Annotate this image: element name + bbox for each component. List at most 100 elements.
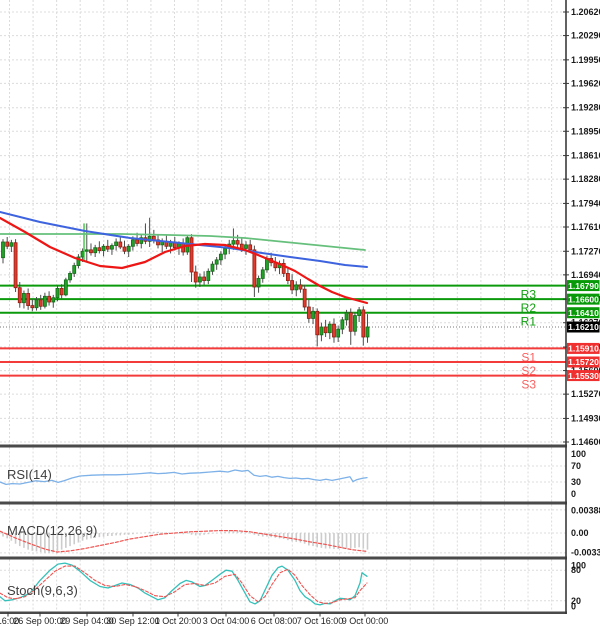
price-tick-label: 1.18610	[571, 151, 600, 161]
macd-histogram-bar	[300, 533, 302, 543]
macd-tick-label: -0.003335	[571, 548, 600, 558]
price-tick-label: 1.17270	[571, 246, 600, 256]
macd-histogram-bar	[220, 532, 222, 533]
price-tick-label: 1.14600	[571, 437, 600, 447]
price-tick-label: 1.19950	[571, 55, 600, 65]
macd-histogram-bar	[228, 531, 230, 533]
macd-histogram-bar	[321, 533, 323, 548]
candle-down	[332, 324, 335, 337]
candle-up	[320, 327, 323, 335]
candle-down	[253, 250, 256, 287]
candle-down	[194, 272, 197, 282]
macd-histogram-bar	[153, 532, 155, 533]
candle-down	[291, 281, 294, 290]
candle-down	[303, 289, 306, 307]
candle-up	[69, 273, 72, 279]
macd-histogram-bar	[325, 533, 327, 548]
candle-down	[106, 246, 109, 249]
macd-histogram-bar	[187, 533, 189, 534]
candle-down	[6, 242, 9, 246]
panel-separator	[0, 502, 567, 505]
candle-down	[136, 240, 139, 244]
candle-up	[35, 300, 38, 308]
chart-canvas[interactable]: R3R2R1S1S2S31.206201.202901.199501.19620…	[0, 0, 600, 629]
macd-histogram-bar	[40, 533, 42, 552]
candle-down	[316, 311, 319, 335]
macd-histogram-bar	[61, 533, 63, 550]
price-tick-label: 1.18950	[571, 126, 600, 136]
candle-down	[349, 313, 352, 332]
macd-histogram-bar	[304, 533, 306, 544]
macd-histogram-bar	[283, 533, 285, 539]
candle-up	[73, 266, 76, 274]
candle-down	[203, 277, 206, 281]
macd-histogram-bar	[182, 533, 184, 534]
macd-histogram-bar	[249, 533, 251, 534]
macd-histogram-bar	[354, 533, 356, 548]
panel-separator	[0, 557, 567, 560]
macd-histogram-bar	[279, 533, 281, 538]
macd-histogram-bar	[57, 533, 59, 551]
panel-separator	[0, 445, 567, 448]
candle-up	[312, 311, 315, 318]
price-tick-label: 1.16940	[571, 270, 600, 280]
candle-up	[345, 313, 348, 320]
candle-down	[31, 306, 34, 308]
macd-histogram-bar	[140, 533, 142, 534]
time-tick-label: 6 Oct 08:00	[251, 616, 298, 626]
macd-histogram-bar	[207, 533, 209, 534]
candle-down	[236, 241, 239, 245]
candle-up	[115, 242, 118, 246]
price-tick-label: 1.15270	[571, 389, 600, 399]
price-badge-s1-text: 1.15910	[568, 344, 599, 354]
macd-histogram-bar	[241, 532, 243, 533]
macd-histogram-bar	[195, 533, 197, 535]
candle-up	[219, 254, 222, 260]
macd-tick-label: 0.00	[571, 528, 589, 538]
panel-separator	[0, 612, 567, 615]
candle-up	[215, 260, 218, 264]
macd-histogram-bar	[149, 532, 151, 533]
macd-histogram-bar	[166, 532, 168, 533]
macd-histogram-bar	[316, 533, 318, 547]
time-tick-label: 1 Oct 20:00	[155, 616, 202, 626]
macd-histogram-bar	[254, 533, 256, 535]
time-tick-label: 26 Sep 00:00	[13, 616, 67, 626]
time-tick-label: 7 Oct 16:00	[297, 616, 344, 626]
macd-histogram-bar	[203, 533, 205, 535]
candle-down	[299, 285, 302, 289]
macd-histogram-bar	[363, 533, 365, 548]
candle-up	[245, 245, 248, 249]
candle-up	[56, 288, 59, 297]
macd-histogram-bar	[199, 533, 201, 535]
time-tick-label: 9 Oct 00:00	[342, 616, 389, 626]
level-label-s3: S3	[521, 378, 536, 392]
stoch-tick-label: 80	[571, 565, 581, 575]
candle-up	[295, 285, 298, 290]
price-tick-label: 1.17940	[571, 198, 600, 208]
price-tick-label: 1.19280	[571, 103, 600, 113]
price-tick-label: 1.17610	[571, 222, 600, 232]
candle-down	[123, 247, 126, 251]
candle-down	[98, 248, 101, 251]
candle-down	[324, 327, 327, 333]
macd-histogram-bar	[52, 533, 54, 552]
rsi-tick-label: 30	[571, 477, 581, 487]
macd-histogram-bar	[23, 533, 25, 548]
candle-down	[89, 250, 92, 253]
price-badge-r2-text: 1.16600	[568, 294, 599, 304]
candle-down	[18, 288, 21, 303]
rsi-tick-label: 0	[571, 489, 576, 499]
candle-down	[27, 293, 30, 305]
candle-up	[127, 246, 130, 251]
macd-histogram-bar	[245, 532, 247, 533]
candle-down	[286, 273, 289, 280]
macd-histogram-bar	[161, 532, 163, 533]
candle-up	[85, 250, 88, 251]
candle-up	[198, 277, 201, 282]
candle-up	[10, 243, 13, 247]
price-badge-r1-text: 1.16410	[568, 308, 599, 318]
macd-histogram-bar	[36, 533, 38, 551]
macd-histogram-bar	[115, 533, 117, 535]
macd-histogram-bar	[103, 533, 105, 537]
